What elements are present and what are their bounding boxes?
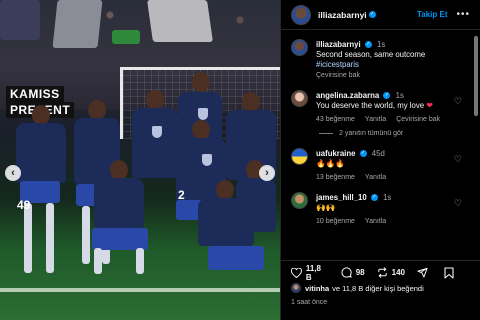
comment-age: 1s [383,193,392,202]
comments-list: illiazabarnyi ✓ 1s Second season, same o… [281,31,472,251]
post-caption: illiazabarnyi ✓ 1s Second season, same o… [291,39,462,79]
send-button[interactable] [417,267,432,278]
share-count: 140 [391,268,405,277]
hashtag-link[interactable]: #icicestparis [316,60,444,70]
see-translation-link[interactable]: Çevirisine bak [396,116,440,123]
post-sidebar: illiazabarnyi ✓ Takip Et ••• illiazabarn… [280,0,480,320]
banner-sign: KAMISS [6,86,64,102]
scrollbar[interactable] [474,36,478,116]
liked-by-rest[interactable]: ve 11,8 B diğer kişi beğendi [332,284,424,293]
jersey-number: 49 [17,198,31,212]
comment-like-heart-icon[interactable]: ♡ [454,96,462,107]
post-header: illiazabarnyi ✓ Takip Et ••• [281,0,480,30]
comment-count: 98 [355,268,365,277]
comment-button[interactable]: 98 [341,267,365,278]
verified-badge-icon: ✓ [359,150,367,158]
flag-banner [52,0,103,48]
caption-text: Second season, same outcome [316,50,426,59]
pitch-line [0,288,280,292]
like-button[interactable]: 11,8 B [291,264,329,282]
liked-by: vitinha ve 11,8 B diğer kişi beğendi [291,283,424,293]
liked-by-username[interactable]: vitinha [305,284,329,293]
verified-badge-icon: ✓ [383,92,391,100]
avatar[interactable] [291,148,308,165]
flag-banner [0,0,40,40]
more-options-icon[interactable]: ••• [456,9,470,20]
comment-like-heart-icon[interactable]: ♡ [454,198,462,209]
comment-username[interactable]: angelina.zabarna [316,91,379,100]
comment-likes[interactable]: 43 beğenme [316,116,355,123]
flag-banner [112,30,140,44]
bookmark-icon [444,266,454,279]
action-bar: 11,8 B 98 140 [281,260,480,282]
flag-banner [147,0,213,42]
replies-divider [319,133,333,134]
verified-badge-icon: ✓ [364,41,372,49]
comment-text: You deserve the world, my love ❤ [316,101,444,111]
red-heart-emoji-icon: ❤ [426,101,433,110]
previous-photo-button[interactable]: ‹ [5,165,21,181]
comment-username[interactable]: uafukraine [316,149,355,158]
caption-age: 1s [376,40,386,49]
post-timestamp: 1 saat önce [291,299,328,306]
jersey-number: 2 [178,188,185,202]
avatar[interactable] [291,4,311,25]
see-translation-link[interactable]: Çevirisine bak [316,72,444,79]
repost-icon [377,267,387,278]
heart-icon [291,267,302,278]
caption-username[interactable]: illiazabarnyi [316,40,361,49]
comment-username[interactable]: james_hill_10 [316,193,367,202]
repost-button[interactable]: 140 [377,267,405,278]
avatar[interactable] [291,90,308,107]
comment-like-heart-icon[interactable]: ♡ [454,154,462,165]
reply-link[interactable]: Yanıtla [365,116,386,123]
view-replies-link[interactable]: 2 yanıtın tümünü gör [319,130,462,137]
comment: james_hill_10 ✓ 1s 🙌🙌 10 beğenme Yanıtla… [291,192,462,225]
avatar[interactable] [291,192,308,209]
comment: angelina.zabarna ✓ 1s You deserve the wo… [291,90,462,123]
post-photo[interactable]: KAMISS PRESENT 49 [0,0,280,320]
author-username[interactable]: illiazabarnyi [318,10,367,20]
comment-icon [341,267,352,278]
comment-age: 1s [395,91,404,100]
view-replies-label: 2 yanıtın tümünü gör [339,130,404,137]
comment-text-content: You deserve the world, my love [316,101,425,110]
send-icon [417,267,428,278]
avatar[interactable] [291,283,301,293]
like-count: 11,8 B [305,263,322,282]
comment-text: 🙌🙌 [316,203,336,212]
comment-text: 🔥🔥🔥 [316,159,346,168]
comment-likes[interactable]: 10 beğenme [316,218,355,225]
verified-badge-icon: ✓ [368,11,376,18]
follow-button[interactable]: Takip Et [417,10,448,19]
comment-likes[interactable]: 13 beğenme [316,174,355,181]
instagram-post-modal: KAMISS PRESENT 49 [0,0,480,320]
reply-link[interactable]: Yanıtla [365,174,386,181]
comment: uafukraine ✓ 45d 🔥🔥🔥 13 beğenme Yanıtla … [291,148,462,181]
save-button[interactable] [444,266,458,279]
reply-link[interactable]: Yanıtla [365,218,386,225]
next-photo-button[interactable]: › [259,165,275,181]
verified-badge-icon: ✓ [370,194,378,202]
comment-age: 45d [371,149,385,158]
avatar[interactable] [291,39,308,56]
